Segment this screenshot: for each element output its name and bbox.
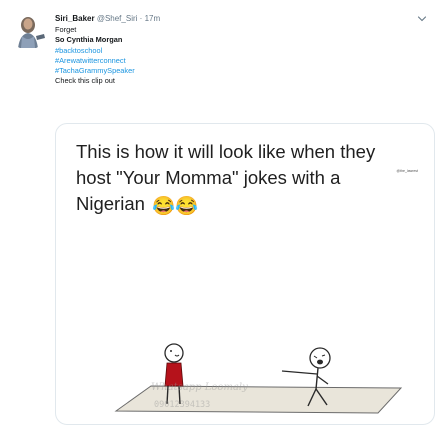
caption-line: Nigerian 😂😂: [76, 191, 416, 219]
watermark: Whatsapp Loomaly: [151, 382, 248, 393]
tears-of-joy-emoji: 😂😂: [152, 195, 199, 216]
caption-line: host "Your Momma" jokes with a: [76, 167, 341, 188]
caption-line: This is how it will look like when they: [76, 141, 376, 162]
avatar-image: [9, 12, 47, 50]
tweet-header: Siri_Baker @Shef_Siri · 17m: [55, 13, 160, 24]
meme-credit: @the_lawrest: [396, 169, 418, 173]
author-name[interactable]: Siri_Baker: [55, 14, 95, 23]
media-card[interactable]: This is how it will look like when they …: [55, 123, 435, 425]
tweet: Siri_Baker @Shef_Siri · 17m Forget So Cy…: [0, 0, 442, 429]
separator-dot: ·: [139, 14, 143, 23]
tweet-line: So Cynthia Morgan: [55, 35, 123, 45]
tweet-line: Forget: [55, 25, 77, 34]
hashtag-link[interactable]: #TachaGrammySpeaker: [55, 66, 135, 76]
avatar[interactable]: [9, 12, 47, 50]
author-handle[interactable]: @Shef_Siri: [97, 14, 138, 23]
hashtag-link[interactable]: #backtoschool: [55, 46, 135, 56]
caption-text: Nigerian: [76, 193, 145, 214]
watermark-number: 09012394133: [154, 400, 211, 410]
chevron-down-icon[interactable]: [416, 12, 428, 24]
tweet-text: Forget So Cynthia Morgan #backtoschool #…: [55, 25, 135, 87]
tweet-line: Check this clip out: [55, 76, 115, 86]
meme-caption: This is how it will look like when they …: [76, 139, 416, 219]
hashtag-link[interactable]: #Arewatwitterconnect: [55, 56, 135, 66]
tweet-time[interactable]: 17m: [145, 14, 161, 23]
